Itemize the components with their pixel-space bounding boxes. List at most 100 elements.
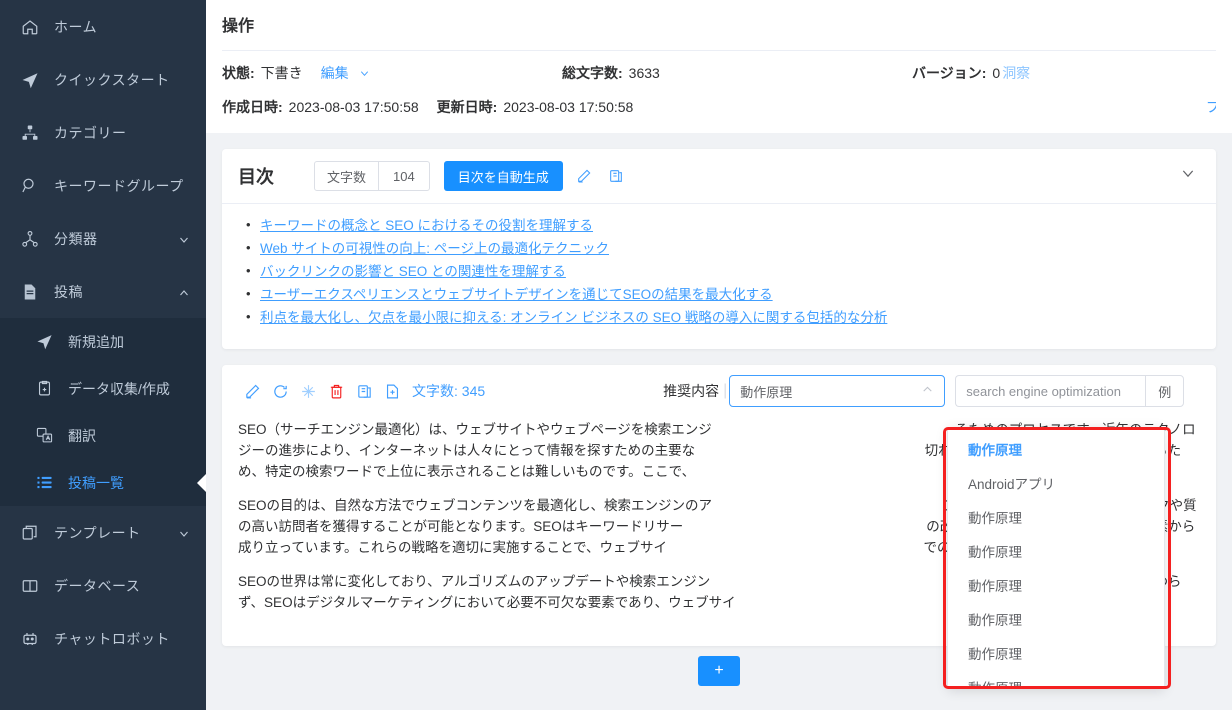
chevron-down-icon xyxy=(178,527,190,539)
copy-icon[interactable] xyxy=(605,165,627,187)
toc-link[interactable]: ユーザーエクスペリエンスとウェブサイトデザインを通じてSEOの結果を最大化する xyxy=(260,287,773,302)
sidebar: ホーム クイックスタート カテゴリー キーワードグループ 分類器 投稿 新規追加… xyxy=(0,0,206,710)
sidebar-item-label: チャットロボット xyxy=(54,630,170,647)
preview-link[interactable]: プ xyxy=(1206,97,1216,117)
total-chars-value: 3633 xyxy=(628,65,660,81)
recommend-select-value: 動作原理 xyxy=(740,384,793,400)
sidebar-item-translate[interactable]: 翻訳 xyxy=(0,412,206,459)
toc-charcount-label: 文字数 xyxy=(315,162,380,190)
sidebar-item-data-collect[interactable]: データ収集/作成 xyxy=(0,365,206,412)
sidebar-item-chatbot[interactable]: チャットロボット xyxy=(0,612,206,665)
page-header: 操作 状態: 下書き 編集 総文字数: 3633 バージョン: 0 洞察 作成日… xyxy=(206,0,1232,133)
translate-icon xyxy=(32,426,56,446)
toc-link[interactable]: バックリンクの影響と SEO との関連性を理解する xyxy=(260,264,566,279)
chevron-down-icon xyxy=(178,233,190,245)
category-icon xyxy=(18,123,42,143)
updated-label: 更新日時: xyxy=(436,99,498,115)
sidebar-item-keyword-group[interactable]: キーワードグループ xyxy=(0,159,206,212)
total-chars-segment: 総文字数: 3633 xyxy=(562,63,912,83)
recommend-label: 推奨内容 xyxy=(663,383,720,399)
sidebar-item-home[interactable]: ホーム xyxy=(0,0,206,53)
list-item: バックリンクの影響と SEO との関連性を理解する xyxy=(238,261,1200,281)
app-root: ホーム クイックスタート カテゴリー キーワードグループ 分類器 投稿 新規追加… xyxy=(0,0,1232,710)
divider: | xyxy=(723,382,728,399)
generate-toc-button[interactable]: 目次を自動生成 xyxy=(443,161,563,191)
add-document-icon[interactable] xyxy=(378,378,406,404)
insight-link[interactable]: 洞察 xyxy=(1002,63,1030,83)
sidebar-item-label: 投稿一覧 xyxy=(68,474,124,491)
status-label: 状態: xyxy=(222,65,255,81)
sidebar-submenu-post: 新規追加 データ収集/作成 翻訳 投稿一覧 xyxy=(0,318,206,506)
edit-status-link[interactable]: 編集 xyxy=(321,63,370,83)
rocket-icon xyxy=(18,70,42,90)
list-item: Web サイトの可視性の向上: ページ上の最適化テクニック xyxy=(238,238,1200,258)
robot-icon xyxy=(18,629,42,649)
sidebar-item-label: テンプレート xyxy=(54,524,141,541)
sidebar-item-template[interactable]: テンプレート xyxy=(0,506,206,559)
keyword-search-icon xyxy=(18,176,42,196)
sidebar-item-quickstart[interactable]: クイックスタート xyxy=(0,53,206,106)
list-item: ユーザーエクスペリエンスとウェブサイトデザインを通じてSEOの結果を最大化する xyxy=(238,284,1200,304)
editor-wordcount: 文字数: 345 xyxy=(412,381,485,401)
copy-icon[interactable] xyxy=(350,378,378,404)
version-segment: バージョン: 0 洞察 xyxy=(912,63,1030,83)
template-icon xyxy=(18,523,42,543)
dropdown-option[interactable]: 動作原理 xyxy=(948,570,1164,604)
sparkle-icon[interactable] xyxy=(294,378,322,404)
sidebar-item-label: データ収集/作成 xyxy=(68,380,170,397)
sidebar-item-classifier[interactable]: 分類器 xyxy=(0,212,206,265)
active-indicator-arrow xyxy=(197,473,206,492)
trash-icon[interactable] xyxy=(322,378,350,404)
dropdown-option-list: 動作原理 Androidアプリ 動作原理 動作原理 動作原理 動作原理 動作原理… xyxy=(948,428,1164,688)
keyword-input[interactable]: search engine optimization xyxy=(955,375,1146,407)
sidebar-item-label: カテゴリー xyxy=(54,124,127,141)
status-value: 下書き xyxy=(260,65,303,81)
sidebar-item-database[interactable]: データベース xyxy=(0,559,206,612)
toc-list: キーワードの概念と SEO におけるその役割を理解する Web サイトの可視性の… xyxy=(238,215,1200,327)
editor-toolbar: 文字数: 345 推奨内容 | 動作原理 search engine optim… xyxy=(222,365,1216,415)
total-chars-label: 総文字数: xyxy=(562,65,623,81)
dropdown-option[interactable]: 動作原理 xyxy=(948,638,1164,672)
updated-value: 2023-08-03 17:50:58 xyxy=(503,99,634,115)
version-value: 0 xyxy=(992,65,1001,81)
toc-link[interactable]: 利点を最大化し、欠点を最小限に抑える: オンライン ビジネスの SEO 戦略の導… xyxy=(260,310,887,325)
example-button[interactable]: 例 xyxy=(1145,375,1185,407)
database-icon xyxy=(18,576,42,596)
sidebar-item-new-add[interactable]: 新規追加 xyxy=(0,318,206,365)
refresh-icon[interactable] xyxy=(266,378,294,404)
chevron-down-icon[interactable] xyxy=(1180,166,1196,187)
dropdown-option[interactable]: 動作原理 xyxy=(948,604,1164,638)
toc-charcount-group: 文字数 104 xyxy=(314,161,430,191)
page-title: 操作 xyxy=(222,0,1216,51)
send-icon xyxy=(32,332,56,352)
meta-row-primary: 状態: 下書き 編集 総文字数: 3633 バージョン: 0 洞察 xyxy=(222,51,1216,91)
recommend-dropdown-menu[interactable]: 動作原理 Androidアプリ 動作原理 動作原理 動作原理 動作原理 動作原理… xyxy=(947,427,1165,689)
sidebar-item-post[interactable]: 投稿 xyxy=(0,265,206,318)
toc-charcount-value: 104 xyxy=(393,168,415,184)
dropdown-option[interactable]: 動作原理 xyxy=(948,434,1164,468)
meta-row-dates: 作成日時: 2023-08-03 17:50:58 更新日時: 2023-08-… xyxy=(222,91,1216,133)
editor-toolbar-icons: 文字数: 345 xyxy=(238,378,485,404)
pencil-icon[interactable] xyxy=(238,378,266,404)
toc-title: 目次 xyxy=(238,167,274,187)
recommend-controls: 推奨内容 | 動作原理 search engine optimization 例 xyxy=(663,375,1185,407)
dropdown-option[interactable]: 動作原理 xyxy=(948,502,1164,536)
dropdown-option[interactable]: Androidアプリ xyxy=(948,468,1164,502)
sidebar-item-post-list[interactable]: 投稿一覧 xyxy=(0,459,206,506)
toc-card: 目次 文字数 104 目次を自動生成 • キーワードの概念と SEO におけるそ… xyxy=(222,149,1216,349)
main-content: 操作 状態: 下書き 編集 総文字数: 3633 バージョン: 0 洞察 作成日… xyxy=(206,0,1232,710)
editor-wordcount-value: 345 xyxy=(461,383,486,399)
sidebar-item-label: キーワードグループ xyxy=(54,177,184,194)
dropdown-option[interactable]: 動作原理 xyxy=(948,536,1164,570)
sidebar-item-category[interactable]: カテゴリー xyxy=(0,106,206,159)
home-icon xyxy=(18,17,42,37)
pencil-icon[interactable] xyxy=(573,165,595,187)
sidebar-item-label: 分類器 xyxy=(54,230,98,247)
toc-link[interactable]: キーワードの概念と SEO におけるその役割を理解する xyxy=(260,218,593,233)
keyword-input-value: search engine optimization xyxy=(966,383,1121,399)
add-section-button[interactable]: + xyxy=(698,656,740,686)
dropdown-option[interactable]: 動作原理 xyxy=(948,672,1164,688)
toc-link[interactable]: Web サイトの可視性の向上: ページ上の最適化テクニック xyxy=(260,241,609,256)
sidebar-item-label: クイックスタート xyxy=(54,71,170,88)
recommend-select[interactable]: 動作原理 xyxy=(729,375,946,407)
